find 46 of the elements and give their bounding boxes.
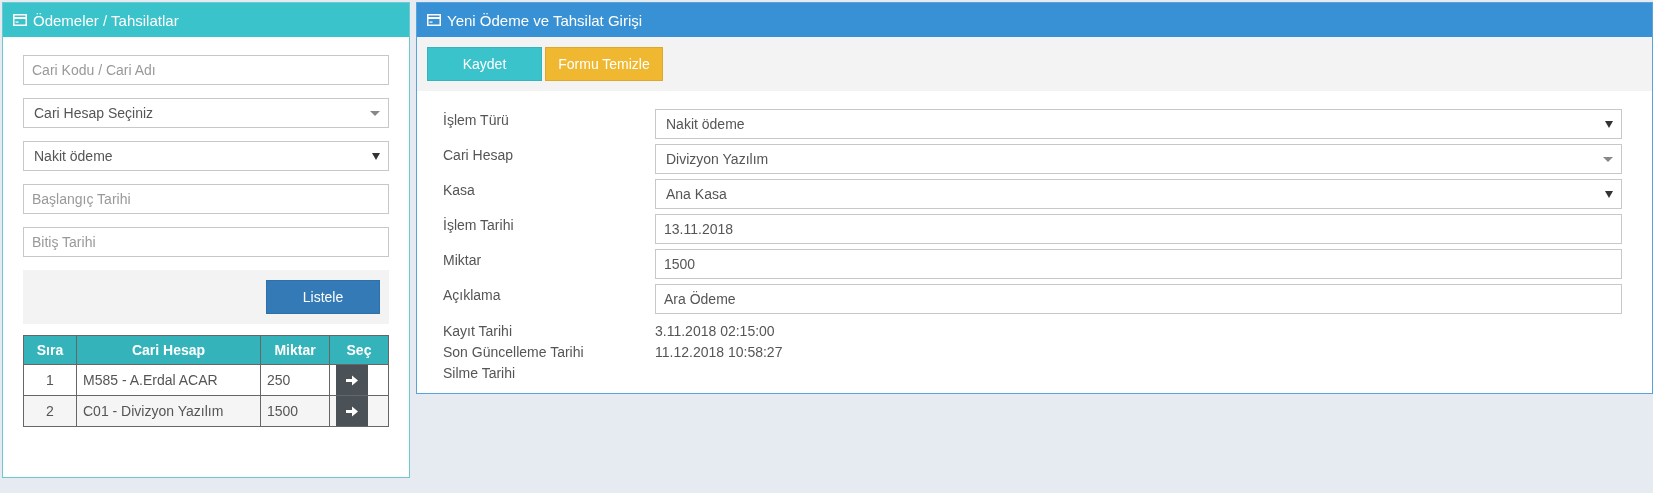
field-label: İşlem Tarihi xyxy=(443,216,515,235)
table-cell: 1500 xyxy=(260,395,330,427)
credit-card-icon xyxy=(427,14,441,26)
text-field[interactable]: 13.11.2018 xyxy=(655,214,1622,244)
dropdown-field[interactable]: Cari Hesap Seçiniz xyxy=(23,98,389,128)
column-header: Seç xyxy=(329,335,389,365)
arrow-right-icon xyxy=(346,374,358,386)
dropdown-field[interactable]: Ana Kasa xyxy=(655,179,1622,209)
arrow-right-icon xyxy=(346,405,358,417)
panel-title: Ödemeler / Tahsilatlar xyxy=(33,11,179,29)
dropdown-field[interactable]: Nakit ödeme xyxy=(655,109,1622,139)
field-label: Silme Tarihi xyxy=(443,365,517,381)
select-button[interactable] xyxy=(336,396,368,426)
column-header: Miktar xyxy=(260,335,330,365)
field-value: 3.11.2018 02:15:00 xyxy=(655,323,776,339)
table-cell: M585 - A.Erdal ACAR xyxy=(76,364,261,396)
column-header: Cari Hesap xyxy=(76,335,261,365)
field-label: Kayıt Tarihi xyxy=(443,323,513,339)
field-label: Cari Hesap xyxy=(443,146,515,165)
text-field[interactable]: Ara Ödeme xyxy=(655,284,1622,314)
field-label: Son Güncelleme Tarihi xyxy=(443,344,585,360)
dropdown-field[interactable]: Divizyon Yazılım xyxy=(655,144,1622,174)
dropdown-arrow-icon xyxy=(1605,190,1613,198)
list-button[interactable]: Listele xyxy=(266,280,380,314)
table-cell: C01 - Divizyon Yazılım xyxy=(76,395,261,427)
field-label: Açıklama xyxy=(443,286,502,305)
dropdown-caret-icon xyxy=(1603,156,1613,162)
text-field[interactable]: Başlangıç Tarihi xyxy=(23,184,389,214)
table-cell: 1 xyxy=(23,364,77,396)
field-value: 11.12.2018 10:58:27 xyxy=(655,344,784,360)
dropdown-arrow-icon xyxy=(372,152,380,160)
text-field[interactable]: 1500 xyxy=(655,249,1622,279)
field-label: Miktar xyxy=(443,251,483,270)
field-label: İşlem Türü xyxy=(443,111,510,130)
column-header: Sıra xyxy=(23,335,77,365)
dropdown-arrow-icon xyxy=(1605,120,1613,128)
select-button[interactable] xyxy=(336,365,368,395)
table-cell: 250 xyxy=(260,364,330,396)
credit-card-icon xyxy=(13,14,27,26)
panel-title: Yeni Ödeme ve Tahsilat Girişi xyxy=(447,11,643,29)
table-cell: 2 xyxy=(23,395,77,427)
dropdown-caret-icon xyxy=(370,110,380,116)
text-field[interactable]: Bitiş Tarihi xyxy=(23,227,389,257)
text-field[interactable]: Cari Kodu / Cari Adı xyxy=(23,55,389,85)
field-label: Kasa xyxy=(443,181,476,200)
dropdown-field[interactable]: Nakit ödeme xyxy=(23,141,389,171)
